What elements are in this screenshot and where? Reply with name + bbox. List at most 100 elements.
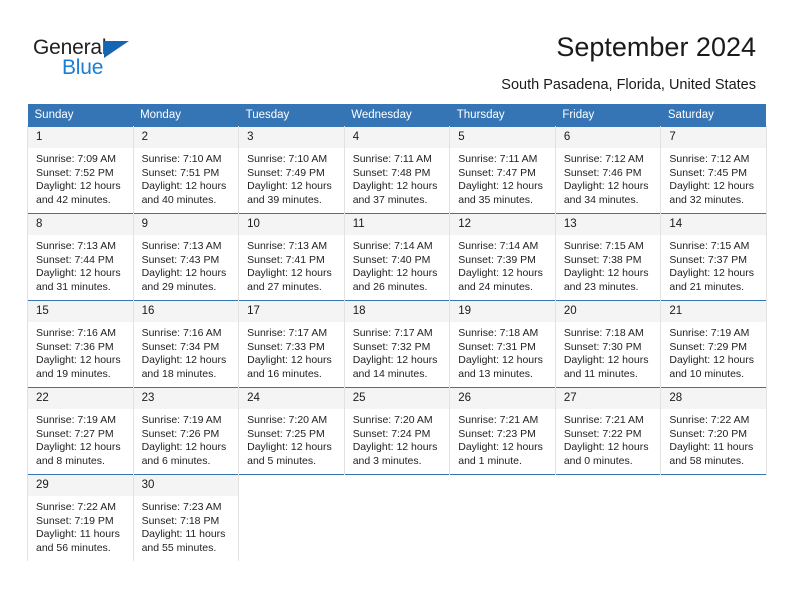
day-sunrise-text: Sunrise: 7:19 AM <box>36 414 116 426</box>
day-sunrise-text: Sunrise: 7:22 AM <box>36 501 116 513</box>
day-sun-info: Sunrise: 7:18 AM Sunset: 7:30 PM Daylight:… <box>556 322 661 381</box>
day-sun-info: Sunrise: 7:13 AM Sunset: 7:44 PM Daylight:… <box>28 235 133 294</box>
calendar-day-cell[interactable]: 25 Sunrise: 7:20 AM Sunset: 7:24 PM Dayligh… <box>343 387 451 475</box>
day-sunset-text: Sunset: 7:37 PM <box>669 253 748 266</box>
calendar-day-cell[interactable]: 17 Sunrise: 7:17 AM Sunset: 7:33 PM Dayligh… <box>238 300 345 388</box>
day-daylight-line1-text: Daylight: 12 hours <box>141 354 227 367</box>
calendar-day-cell-empty <box>660 474 767 561</box>
calendar-day-cell[interactable]: 1 Sunrise: 7:09 AM Sunset: 7:52 PM Daylight… <box>27 126 134 214</box>
calendar-day-cell[interactable]: 18 Sunrise: 7:17 AM Sunset: 7:32 PM Dayligh… <box>343 300 451 388</box>
day-daylight-line1-text: Daylight: 12 hours <box>352 441 438 454</box>
day-daylight-line1-text: Daylight: 12 hours <box>247 354 332 367</box>
day-sunset-text: Sunset: 7:45 PM <box>669 166 748 179</box>
calendar-day-cell[interactable]: 10 Sunrise: 7:13 AM Sunset: 7:41 PM Dayligh… <box>238 213 345 301</box>
day-daylight-line1-text: Daylight: 12 hours <box>141 180 227 193</box>
calendar-day-cell[interactable]: 29 Sunrise: 7:22 AM Sunset: 7:19 PM Dayligh… <box>27 474 134 561</box>
day-daylight-line2-text: and 56 minutes. <box>36 541 111 554</box>
calendar-day-cell[interactable]: 14 Sunrise: 7:15 AM Sunset: 7:37 PM Dayligh… <box>660 213 767 301</box>
calendar-day-cell[interactable]: 20 Sunrise: 7:18 AM Sunset: 7:30 PM Dayligh… <box>554 300 662 388</box>
general-blue-logo[interactable]: General Blue <box>33 36 213 88</box>
calendar-day-cell[interactable]: 9 Sunrise: 7:13 AM Sunset: 7:43 PM Daylight… <box>132 213 240 301</box>
day-sun-info: Sunrise: 7:16 AM Sunset: 7:34 PM Daylight:… <box>134 322 239 381</box>
day-sunset-text: Sunset: 7:52 PM <box>36 166 114 179</box>
calendar-day-cell[interactable]: 15 Sunrise: 7:16 AM Sunset: 7:36 PM Dayligh… <box>27 300 134 388</box>
weekday-header-friday: Friday <box>555 104 661 127</box>
day-daylight-line1-text: Daylight: 12 hours <box>458 180 543 193</box>
calendar-day-cell[interactable]: 23 Sunrise: 7:19 AM Sunset: 7:26 PM Dayligh… <box>132 387 240 475</box>
calendar-day-cell-empty <box>555 474 661 561</box>
calendar-day-cell[interactable]: 27 Sunrise: 7:21 AM Sunset: 7:22 PM Dayligh… <box>554 387 662 475</box>
day-sun-info: Sunrise: 7:22 AM Sunset: 7:20 PM Daylight:… <box>661 409 766 468</box>
day-sunrise-text: Sunrise: 7:14 AM <box>352 240 433 252</box>
calendar-day-cell[interactable]: 12 Sunrise: 7:14 AM Sunset: 7:39 PM Dayligh… <box>449 213 556 301</box>
day-sunrise-text: Sunrise: 7:15 AM <box>669 240 750 252</box>
calendar-day-cell-empty <box>344 474 450 561</box>
calendar-day-cell[interactable]: 8 Sunrise: 7:13 AM Sunset: 7:44 PM Daylight… <box>27 213 134 301</box>
day-sun-info: Sunrise: 7:09 AM Sunset: 7:52 PM Daylight:… <box>28 148 133 207</box>
day-sunset-text: Sunset: 7:26 PM <box>141 427 220 440</box>
day-number: 2 <box>133 127 239 148</box>
day-daylight-line1-text: Daylight: 12 hours <box>458 441 543 454</box>
calendar-day-cell[interactable]: 28 Sunrise: 7:22 AM Sunset: 7:20 PM Dayligh… <box>660 387 767 475</box>
calendar-day-cell[interactable]: 30 Sunrise: 7:23 AM Sunset: 7:18 PM Dayligh… <box>132 474 240 561</box>
day-daylight-line1-text: Daylight: 12 hours <box>141 441 227 454</box>
day-sun-info: Sunrise: 7:14 AM Sunset: 7:40 PM Daylight:… <box>345 235 450 294</box>
day-number: 21 <box>661 301 766 322</box>
day-sun-info: Sunrise: 7:13 AM Sunset: 7:41 PM Daylight:… <box>239 235 344 294</box>
calendar-day-cell[interactable]: 24 Sunrise: 7:20 AM Sunset: 7:25 PM Dayligh… <box>238 387 345 475</box>
calendar-day-cell[interactable]: 4 Sunrise: 7:11 AM Sunset: 7:48 PM Daylight… <box>343 126 451 214</box>
day-sunset-text: Sunset: 7:48 PM <box>352 166 431 179</box>
weekday-header-monday: Monday <box>133 104 239 127</box>
day-daylight-line2-text: and 11 minutes. <box>563 367 638 380</box>
day-sunrise-text: Sunrise: 7:18 AM <box>458 327 539 339</box>
day-sunset-text: Sunset: 7:29 PM <box>669 340 748 353</box>
calendar-week-row: 29 Sunrise: 7:22 AM Sunset: 7:19 PM Dayligh… <box>27 474 767 561</box>
day-daylight-line2-text: and 32 minutes. <box>669 193 745 206</box>
weekday-header-saturday: Saturday <box>660 104 767 127</box>
day-daylight-line1-text: Daylight: 12 hours <box>247 180 332 193</box>
day-number: 20 <box>555 301 661 322</box>
page-subtitle-location: South Pasadena, Florida, United States <box>501 77 756 93</box>
day-number: 6 <box>555 127 661 148</box>
day-number: 16 <box>133 301 239 322</box>
calendar-day-cell[interactable]: 5 Sunrise: 7:11 AM Sunset: 7:47 PM Daylight… <box>449 126 556 214</box>
day-daylight-line2-text: and 8 minutes. <box>36 454 105 467</box>
calendar-day-cell[interactable]: 7 Sunrise: 7:12 AM Sunset: 7:45 PM Daylight… <box>660 126 767 214</box>
calendar-container: Sunday Monday Tuesday Wednesday Thursday… <box>27 104 767 561</box>
calendar-day-cell[interactable]: 21 Sunrise: 7:19 AM Sunset: 7:29 PM Dayligh… <box>660 300 767 388</box>
logo-text-blue: Blue <box>62 56 104 79</box>
day-daylight-line2-text: and 34 minutes. <box>563 193 639 206</box>
calendar-day-cell[interactable]: 22 Sunrise: 7:19 AM Sunset: 7:27 PM Dayligh… <box>27 387 134 475</box>
day-sunset-text: Sunset: 7:24 PM <box>352 427 431 440</box>
calendar-day-cell-empty <box>238 474 345 561</box>
day-daylight-line2-text: and 19 minutes. <box>36 367 111 380</box>
calendar-body: 1 Sunrise: 7:09 AM Sunset: 7:52 PM Daylight… <box>27 126 767 561</box>
day-sun-info: Sunrise: 7:15 AM Sunset: 7:37 PM Daylight:… <box>661 235 766 294</box>
day-sun-info: Sunrise: 7:20 AM Sunset: 7:25 PM Daylight:… <box>239 409 344 468</box>
calendar-day-cell[interactable]: 19 Sunrise: 7:18 AM Sunset: 7:31 PM Dayligh… <box>449 300 556 388</box>
day-daylight-line1-text: Daylight: 11 hours <box>669 441 754 454</box>
calendar-day-cell[interactable]: 3 Sunrise: 7:10 AM Sunset: 7:49 PM Daylight… <box>238 126 345 214</box>
day-daylight-line2-text: and 27 minutes. <box>247 280 322 293</box>
calendar-day-cell[interactable]: 13 Sunrise: 7:15 AM Sunset: 7:38 PM Dayligh… <box>554 213 662 301</box>
calendar-day-cell[interactable]: 6 Sunrise: 7:12 AM Sunset: 7:46 PM Daylight… <box>554 126 662 214</box>
calendar-day-cell[interactable]: 26 Sunrise: 7:21 AM Sunset: 7:23 PM Dayligh… <box>449 387 556 475</box>
day-daylight-line2-text: and 40 minutes. <box>141 193 217 206</box>
day-sunrise-text: Sunrise: 7:13 AM <box>141 240 222 252</box>
day-daylight-line2-text: and 23 minutes. <box>563 280 639 293</box>
calendar-page: General Blue September 2024 South Pasade… <box>0 0 792 612</box>
day-number: 4 <box>344 127 450 148</box>
calendar-day-cell[interactable]: 2 Sunrise: 7:10 AM Sunset: 7:51 PM Daylight… <box>132 126 240 214</box>
day-sunrise-text: Sunrise: 7:17 AM <box>352 327 433 339</box>
day-daylight-line1-text: Daylight: 12 hours <box>563 180 649 193</box>
calendar-day-cell[interactable]: 16 Sunrise: 7:16 AM Sunset: 7:34 PM Dayligh… <box>132 300 240 388</box>
calendar-day-cell[interactable]: 11 Sunrise: 7:14 AM Sunset: 7:40 PM Dayligh… <box>343 213 451 301</box>
day-sun-info: Sunrise: 7:20 AM Sunset: 7:24 PM Daylight:… <box>345 409 450 468</box>
day-sunrise-text: Sunrise: 7:21 AM <box>458 414 539 426</box>
day-daylight-line1-text: Daylight: 11 hours <box>36 528 120 541</box>
day-sun-info: Sunrise: 7:18 AM Sunset: 7:31 PM Daylight:… <box>450 322 555 381</box>
day-sun-info: Sunrise: 7:19 AM Sunset: 7:29 PM Daylight:… <box>661 322 766 381</box>
day-sunset-text: Sunset: 7:23 PM <box>458 427 536 440</box>
day-sun-info: Sunrise: 7:23 AM Sunset: 7:18 PM Daylight:… <box>134 496 239 555</box>
day-daylight-line1-text: Daylight: 12 hours <box>458 267 543 280</box>
